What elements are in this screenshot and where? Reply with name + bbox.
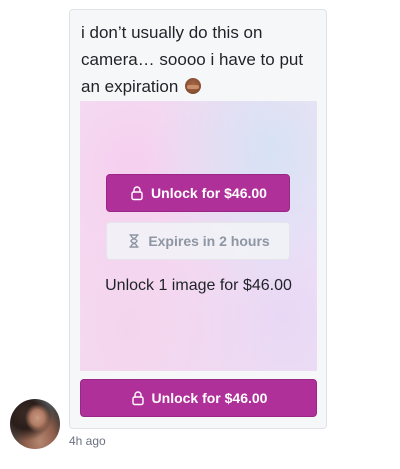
see-no-evil-monkey-icon <box>185 78 202 94</box>
unlock-button[interactable]: Unlock for $46.00 <box>80 379 317 417</box>
unlock-button-label: Unlock for $46.00 <box>151 390 268 406</box>
unlock-overlay-button[interactable]: Unlock for $46.00 <box>106 174 290 212</box>
locked-media-preview: Unlock for $46.00 Expires in 2 hours Unl… <box>80 101 317 371</box>
avatar[interactable] <box>10 399 60 449</box>
lock-icon <box>129 185 145 201</box>
unlock-overlay-label: Unlock for $46.00 <box>151 185 267 201</box>
message-timestamp: 4h ago <box>69 434 106 448</box>
unlock-description: Unlock 1 image for $46.00 <box>105 277 292 294</box>
lock-icon <box>130 390 146 406</box>
message-caption: i don’t usually do this on camera… soooo… <box>81 19 317 100</box>
chat-message: i don’t usually do this on camera… soooo… <box>0 0 400 469</box>
message-bubble: i don’t usually do this on camera… soooo… <box>69 9 327 429</box>
hourglass-icon <box>126 233 142 249</box>
expires-label: Expires in 2 hours <box>148 233 270 249</box>
expires-indicator: Expires in 2 hours <box>106 222 290 260</box>
